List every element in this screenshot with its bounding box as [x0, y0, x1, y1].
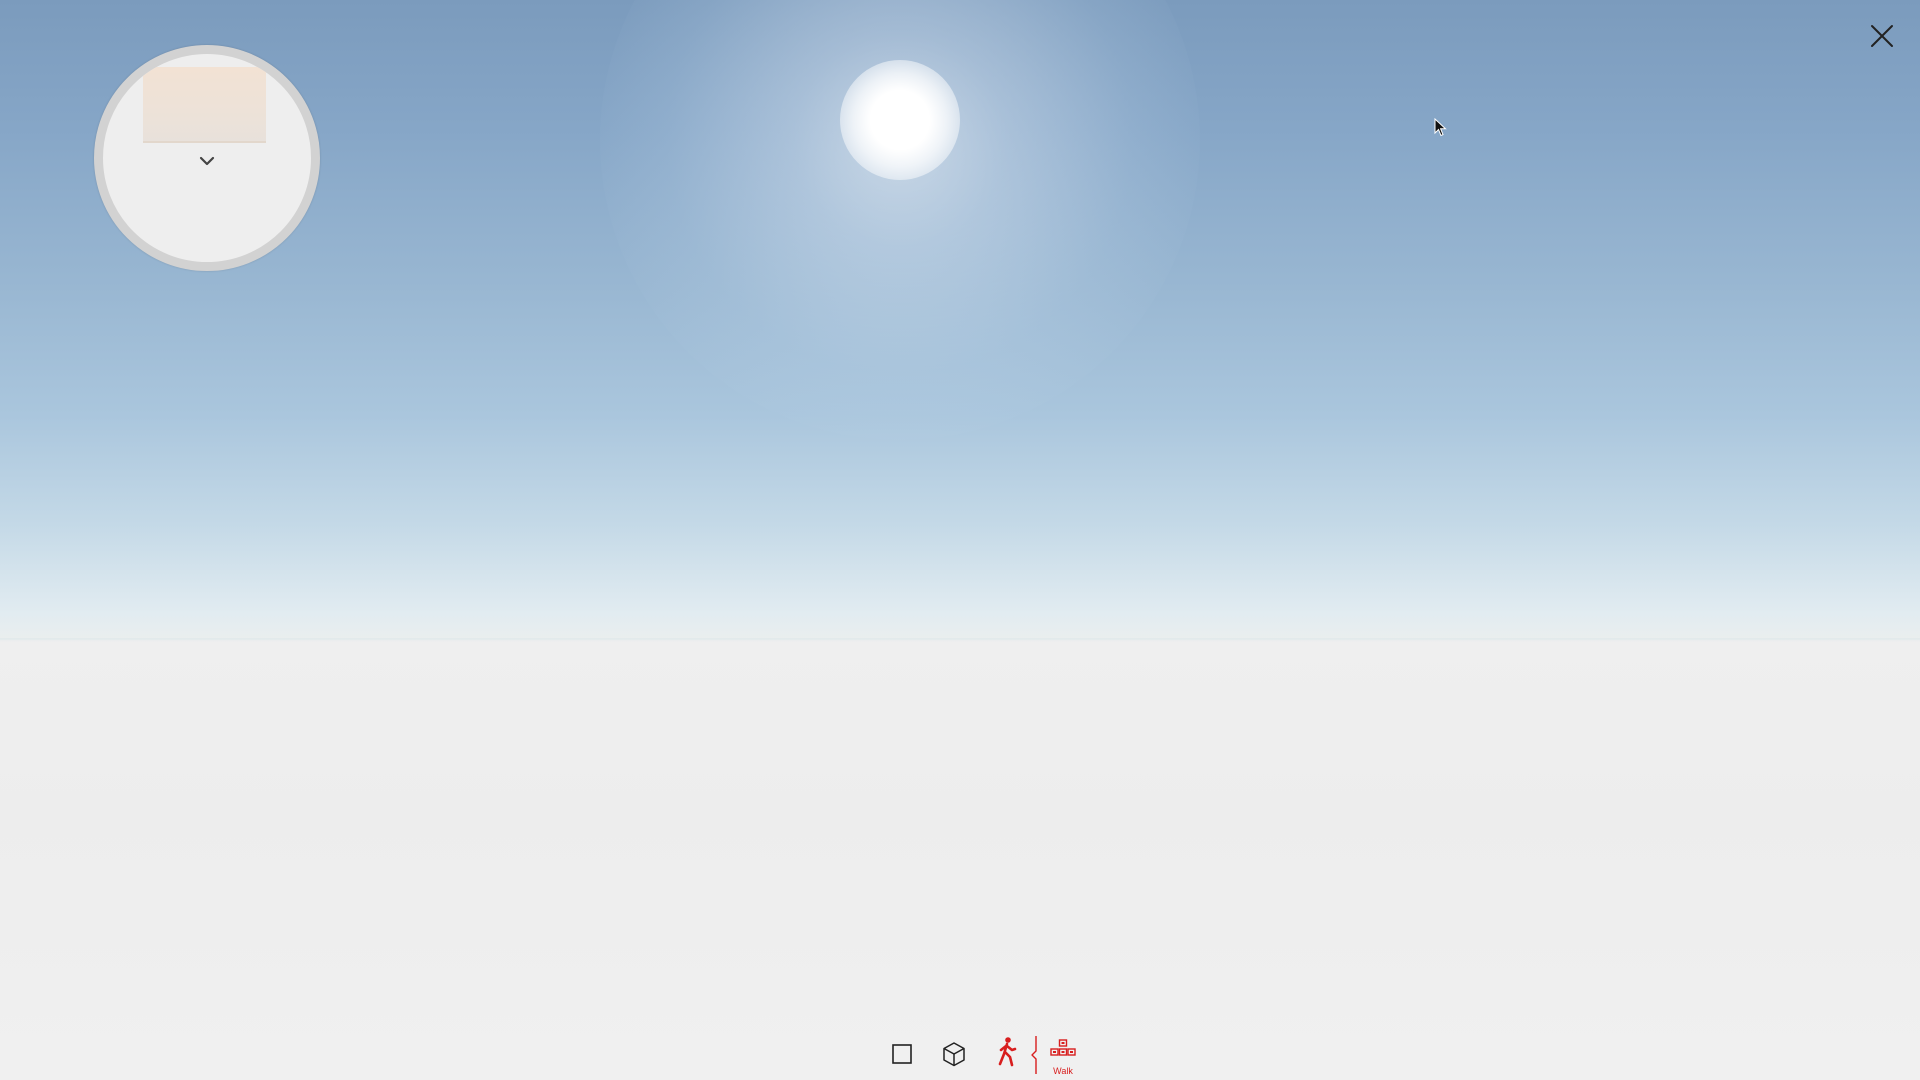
view-mode-toolbar: Walk — [890, 1030, 1090, 1076]
close-button[interactable] — [1868, 22, 1896, 50]
walking-person-icon — [996, 1036, 1018, 1068]
ground-plane — [0, 640, 1920, 1080]
walk-mode-button[interactable] — [996, 1036, 1018, 1068]
walk-controls-button[interactable]: Walk — [1048, 1036, 1078, 1076]
square-icon — [890, 1042, 914, 1066]
mouse-cursor — [1434, 117, 1448, 138]
walk-controls-label: Walk — [1053, 1066, 1073, 1076]
camera-view-widget[interactable] — [94, 45, 320, 271]
close-icon — [1868, 25, 1896, 54]
chevron-down-icon[interactable] — [198, 154, 216, 168]
keyboard-keys-icon — [1048, 1036, 1078, 1064]
camera-preview — [143, 67, 266, 143]
cube-icon — [940, 1040, 968, 1068]
3d-viewport[interactable]: Walk — [0, 0, 1920, 1080]
toolbar-divider — [1030, 1034, 1042, 1076]
3d-view-button[interactable] — [940, 1040, 968, 1068]
horizon-line — [0, 638, 1920, 642]
sun — [840, 60, 960, 180]
2d-view-button[interactable] — [890, 1042, 914, 1066]
